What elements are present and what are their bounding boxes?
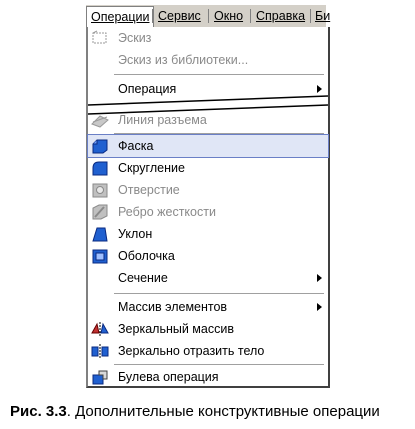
menubar-separator (250, 9, 251, 23)
menu-item-chamfer[interactable]: Фаска (87, 134, 329, 158)
menu-item-parting-line[interactable]: Линия разъема (88, 109, 328, 131)
operations-dropdown-menu: Эскиз Эскиз из библиотеки... Операция Ли… (86, 27, 330, 388)
menu-item-label: Оболочка (118, 249, 175, 263)
menu-item-label: Уклон (118, 227, 153, 241)
mirror-array-icon (91, 321, 109, 337)
submenu-arrow-icon (317, 303, 322, 311)
figure-caption-text: . Дополнительные конструктивные операции (66, 403, 380, 420)
menubar-separator (152, 9, 153, 23)
menu-bar: Операции Сервис Окно Справка Би (86, 5, 330, 28)
menu-item-mirror-array[interactable]: Зеркальный массив (88, 318, 328, 340)
menu-separator (114, 364, 324, 366)
menu-item-mirror-body[interactable]: Зеркально отразить тело (88, 340, 328, 362)
menu-item-label: Булева операция (118, 370, 219, 384)
hole-icon (91, 182, 109, 198)
menu-item-rib[interactable]: Ребро жесткости (88, 201, 328, 223)
menu-item-sketch[interactable]: Эскиз (88, 27, 328, 49)
menu-operations[interactable]: Операции (86, 6, 155, 28)
menu-item-hole[interactable]: Отверстие (88, 179, 328, 201)
menu-item-label: Линия разъема (118, 113, 207, 127)
menu-window[interactable]: Окно (214, 5, 243, 27)
boolean-icon (91, 369, 109, 385)
rib-icon (91, 204, 109, 220)
menu-item-draft[interactable]: Уклон (88, 223, 328, 245)
menu-item-label: Ребро жесткости (118, 205, 216, 219)
menu-library[interactable]: Би (315, 5, 330, 27)
menu-item-shell[interactable]: Оболочка (88, 245, 328, 267)
shell-icon (91, 248, 109, 264)
menu-item-label: Фаска (118, 139, 154, 153)
menu-item-label: Скругление (118, 161, 185, 175)
menubar-separator (208, 9, 209, 23)
figure-caption: Рис. 3.3. Дополнительные конструктивные … (10, 403, 380, 420)
menu-item-label: Зеркально отразить тело (118, 344, 265, 358)
menu-item-sketch-from-library[interactable]: Эскиз из библиотеки... (88, 49, 328, 71)
menu-separator (114, 74, 324, 76)
chamfer-icon (91, 138, 109, 154)
menu-item-label: Сечение (118, 271, 168, 285)
menu-item-label: Эскиз из библиотеки... (118, 53, 249, 67)
draft-icon (91, 226, 109, 242)
parting-line-icon (91, 112, 109, 128)
menu-item-label: Массив элементов (118, 300, 228, 314)
menu-item-fillet[interactable]: Скругление (88, 157, 328, 179)
menu-item-label: Эскиз (118, 31, 152, 45)
menu-item-label: Отверстие (118, 183, 180, 197)
fillet-icon (91, 160, 109, 176)
menu-item-section[interactable]: Сечение (88, 267, 328, 289)
menu-item-pattern[interactable]: Массив элементов (88, 296, 328, 318)
menu-separator (114, 293, 324, 295)
menu-separator (114, 133, 324, 135)
figure-number: Рис. 3.3 (10, 403, 67, 420)
sketch-icon (91, 30, 109, 46)
menu-item-label: Зеркальный массив (118, 322, 234, 336)
menu-help[interactable]: Справка (256, 5, 305, 27)
submenu-arrow-icon (317, 85, 322, 93)
menu-service[interactable]: Сервис (158, 5, 201, 27)
mirror-body-icon (91, 343, 109, 359)
menubar-separator (310, 9, 311, 23)
submenu-arrow-icon (317, 274, 322, 282)
menu-item-boolean[interactable]: Булева операция (88, 366, 328, 388)
